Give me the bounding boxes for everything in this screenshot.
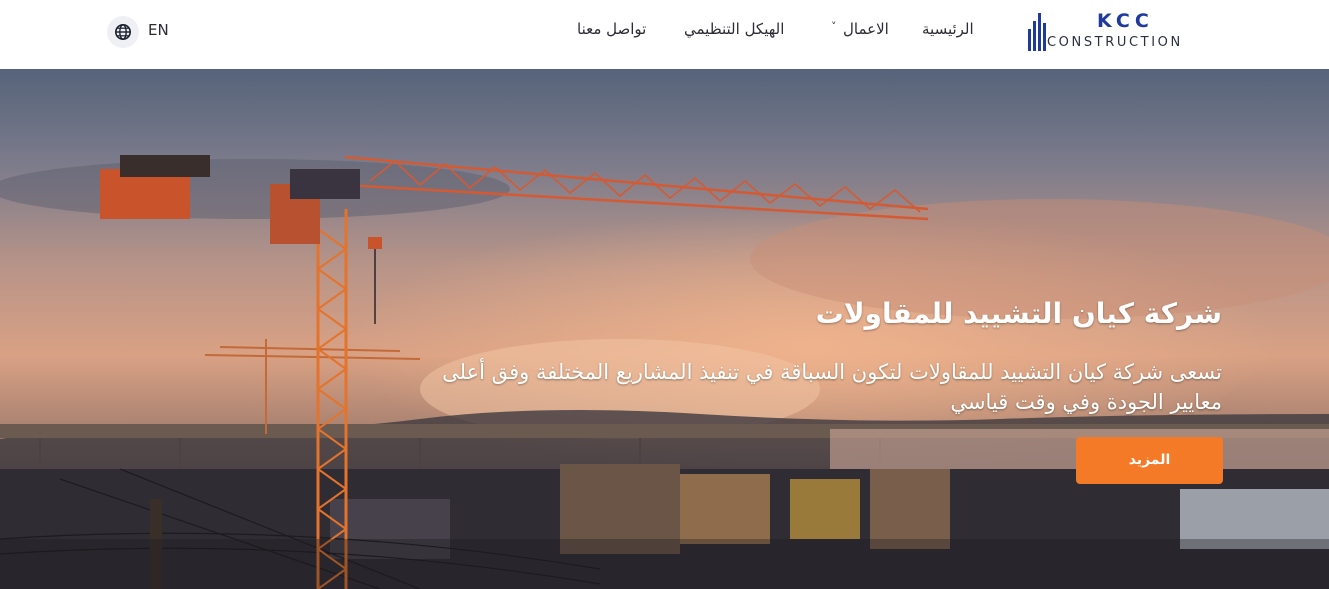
chevron-down-icon: ˅ xyxy=(831,20,837,33)
logo-bars-icon xyxy=(1028,13,1046,51)
nav-works-label: الاعمال xyxy=(843,20,889,38)
hero-banner: شركة كيان التشييد للمقاولات تسعى شركة كي… xyxy=(0,69,1329,589)
hero-title: شركة كيان التشييد للمقاولات xyxy=(815,297,1222,330)
nav-org-structure[interactable]: الهيكل التنظيمي xyxy=(684,20,784,38)
language-label[interactable]: EN xyxy=(148,21,169,39)
logo-main-text: KCC xyxy=(1097,10,1154,32)
site-header: KCC CONSTRUCTION الرئيسية الاعمال ˅ الهي… xyxy=(0,0,1329,69)
hero-description: تسعى شركة كيان التشييد للمقاولات لتكون ا… xyxy=(442,360,1222,414)
nav-contact[interactable]: تواصل معنا xyxy=(577,20,646,38)
globe-icon[interactable] xyxy=(107,16,139,48)
nav-works[interactable]: الاعمال ˅ xyxy=(831,20,889,38)
nav-home[interactable]: الرئيسية xyxy=(922,20,974,38)
more-button[interactable]: المزيد xyxy=(1076,437,1223,484)
logo-sub-text: CONSTRUCTION xyxy=(1047,35,1183,50)
kcc-logo[interactable]: KCC CONSTRUCTION xyxy=(1025,10,1225,54)
